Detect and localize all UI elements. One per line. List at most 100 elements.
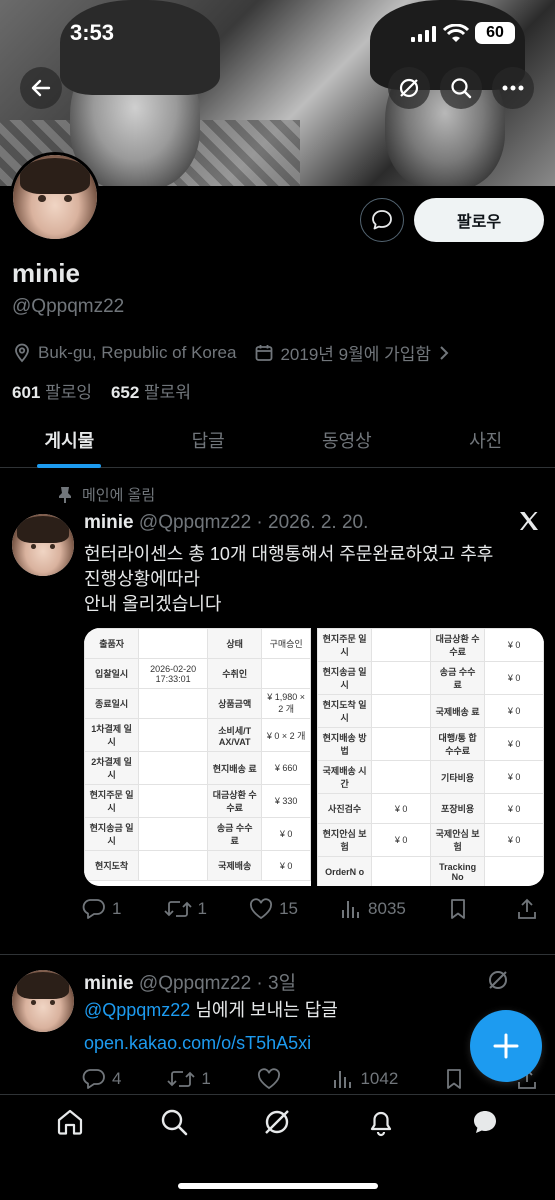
tab-videos[interactable]: 동영상 — [278, 412, 417, 467]
post-actions: 1 1 15 8035 — [82, 898, 544, 920]
view-count: 8035 — [368, 899, 406, 918]
grok-icon[interactable] — [486, 968, 510, 992]
post-date[interactable]: · 2026. 2. 20. — [256, 512, 368, 533]
table-label-cell: 현지주문 일시 — [84, 784, 140, 818]
like-button[interactable] — [257, 1068, 287, 1090]
table-value-cell: ¥ 0 — [371, 823, 431, 857]
table-value-cell — [371, 661, 431, 695]
table-value-cell: 2026-02-20 17:33:01 — [138, 658, 209, 689]
table-value-cell — [138, 817, 209, 851]
media-image-left[interactable]: 출품자 상태 구매승인 입찰일시 2026-02-20 17:33:01 수취인 종료일시 상… — [84, 628, 311, 886]
x-logo-icon — [520, 512, 538, 530]
home-icon[interactable] — [55, 1107, 85, 1137]
table-label-cell: 송금 수수 료 — [207, 817, 263, 851]
reply-button[interactable]: 1 — [82, 898, 121, 920]
search-button[interactable] — [440, 67, 482, 109]
avatar-eyes — [38, 195, 72, 203]
profile-stats: 601 팔로잉 652 팔로워 — [12, 378, 191, 403]
notifications-bell-icon[interactable] — [366, 1107, 396, 1137]
following-link[interactable]: 601 팔로잉 — [12, 383, 92, 402]
profile-joined[interactable]: 2019년 9월에 가입함 — [254, 340, 457, 365]
message-bubble-icon — [372, 210, 392, 230]
post-media[interactable]: 출품자 상태 구매승인 입찰일시 2026-02-20 17:33:01 수취인 종료일시 상… — [84, 628, 544, 886]
table-label-cell: 종료일시 — [84, 688, 140, 719]
table-value-cell — [138, 751, 209, 785]
tab-photos[interactable]: 사진 — [416, 412, 555, 467]
reply-count: 4 — [112, 1069, 122, 1088]
table-row: OrderN o Tracking No — [317, 856, 544, 886]
search-icon[interactable] — [159, 1107, 189, 1137]
order-table-right: 현지주문 일시 대금상환 수수료 ¥ 0 현지송금 일시 송금 수수 료 ¥ 0 현지도착 … — [317, 628, 544, 886]
table-value-cell — [138, 718, 209, 752]
table-value-cell: 구매승인 — [261, 628, 311, 659]
heart-icon — [257, 1068, 280, 1090]
mention-link[interactable]: @Qppqmz22 — [84, 1000, 190, 1020]
reply-button[interactable]: 4 — [82, 1068, 121, 1090]
post-avatar[interactable] — [12, 514, 74, 576]
arrow-left-icon — [31, 79, 51, 97]
location-text: Buk-gu, Republic of Korea — [38, 342, 237, 362]
tab-replies[interactable]: 답글 — [139, 412, 278, 467]
views-button[interactable]: 8035 — [340, 898, 406, 920]
heart-icon — [250, 898, 273, 920]
table-value-cell: ¥ 0 — [261, 850, 311, 881]
views-button[interactable]: 1042 — [332, 1068, 398, 1090]
table-value-cell: ¥ 660 — [261, 751, 311, 785]
table-label-cell: 대금상환 수수료 — [429, 628, 486, 662]
profile-meta: Buk-gu, Republic of Korea 2019년 9월에 가입함 — [12, 340, 475, 365]
table-label-cell: 현지송금 일시 — [84, 817, 140, 851]
post-author[interactable]: minie — [84, 512, 134, 533]
back-button[interactable] — [20, 67, 62, 109]
table-label-cell: 소비세/T AX/VAT — [207, 718, 263, 752]
reply-icon — [82, 1069, 105, 1089]
table-label-cell: 국제배송 — [207, 850, 263, 881]
table-value-cell: ¥ 0 — [484, 793, 544, 824]
bookmark-button[interactable] — [444, 1068, 470, 1090]
profile-tabs: 게시물 답글 동영상 사진 — [0, 412, 555, 468]
post-avatar[interactable] — [12, 970, 74, 1032]
post-separator — [0, 954, 555, 955]
post-author[interactable]: minie — [84, 973, 134, 994]
more-options-button[interactable] — [492, 67, 534, 109]
profile-avatar[interactable] — [10, 152, 100, 242]
table-label-cell: 1차결제 일시 — [84, 718, 140, 752]
share-button[interactable] — [516, 898, 544, 920]
media-image-right[interactable]: 현지주문 일시 대금상환 수수료 ¥ 0 현지송금 일시 송금 수수 료 ¥ 0 현지도착 … — [317, 628, 544, 886]
message-button[interactable] — [360, 198, 404, 242]
compose-button[interactable] — [470, 1010, 542, 1082]
views-chart-icon — [342, 901, 360, 918]
table-value-cell: ¥ 0 — [484, 628, 544, 662]
pinned-label: 메인에 올림 — [82, 487, 156, 504]
grok-button[interactable] — [388, 67, 430, 109]
table-row: 현지송금 일시 송금 수수 료 ¥ 0 — [84, 817, 311, 851]
table-label-cell: 현지송금 일시 — [317, 661, 373, 695]
pin-icon — [59, 486, 71, 503]
messages-icon[interactable] — [470, 1107, 500, 1137]
follow-button[interactable]: 팔로우 — [414, 198, 544, 242]
post-header: minie @Qppqmz22 · 3일 — [84, 968, 296, 995]
grok-icon[interactable] — [262, 1107, 292, 1137]
status-bar: 3:53 60 — [0, 18, 555, 48]
repost-button[interactable]: 1 — [167, 1068, 211, 1090]
bookmark-button[interactable] — [448, 898, 474, 920]
table-label-cell: 출품자 — [84, 628, 140, 659]
table-label-cell: 상품금액 — [207, 688, 263, 719]
location-pin-icon — [15, 343, 29, 362]
table-value-cell: ¥ 0 — [261, 817, 311, 851]
table-label-cell: 사진검수 — [317, 793, 373, 824]
profile-handle: @Qppqmz22 — [12, 296, 125, 317]
followers-link[interactable]: 652 팔로워 — [111, 383, 191, 402]
table-value-cell — [261, 658, 311, 689]
external-link[interactable]: open.kakao.com/o/sT5hA5xi — [84, 1031, 338, 1056]
post-handle[interactable]: @Qppqmz22 — [139, 973, 251, 994]
repost-button[interactable]: 1 — [163, 898, 207, 920]
post-text: @Qppqmz22 님에게 보내는 답글 open.kakao.com/o/sT… — [84, 998, 338, 1056]
repost-count: 1 — [197, 899, 207, 918]
order-table-left: 출품자 상태 구매승인 입찰일시 2026-02-20 17:33:01 수취인 종료일시 상… — [84, 628, 311, 881]
table-label-cell: 현지주문 일시 — [317, 628, 373, 662]
grok-icon — [399, 78, 419, 98]
tab-posts[interactable]: 게시물 — [0, 412, 139, 467]
like-button[interactable]: 15 — [249, 898, 298, 920]
post-date[interactable]: · 3일 — [256, 973, 296, 994]
post-handle[interactable]: @Qppqmz22 — [139, 512, 251, 533]
